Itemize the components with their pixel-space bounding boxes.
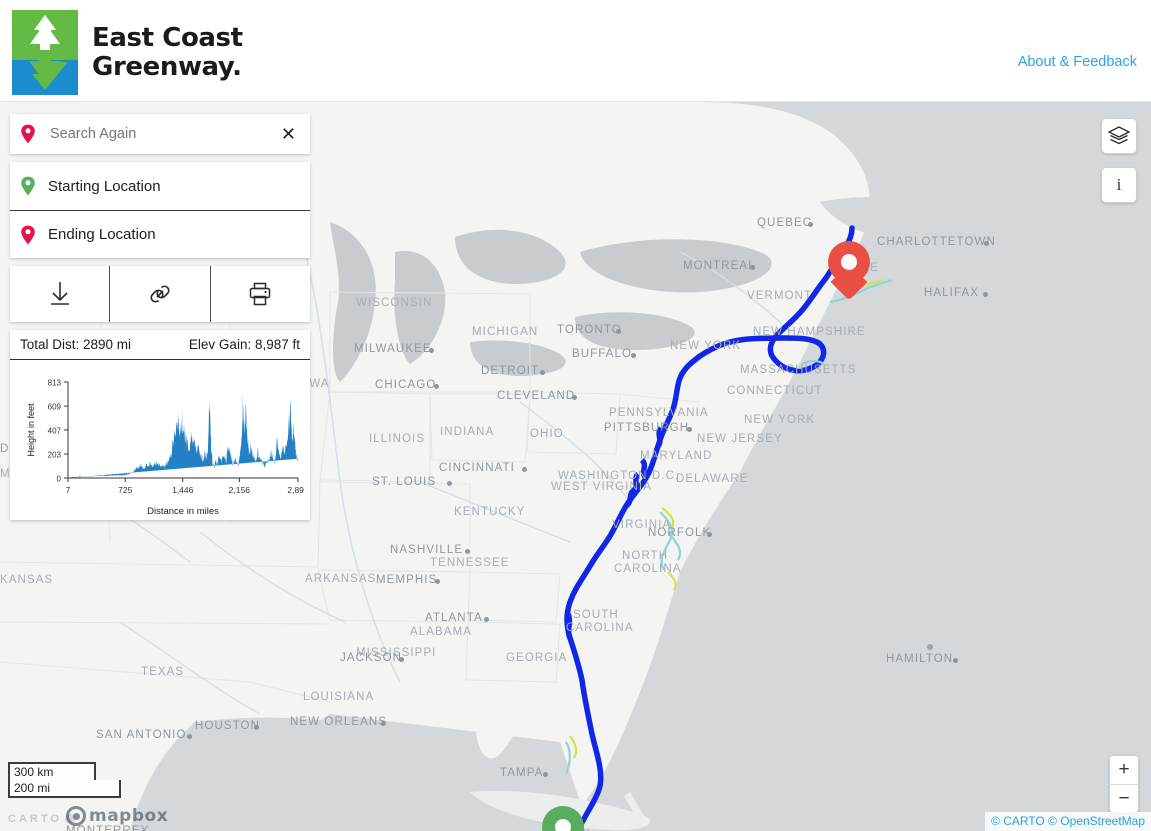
info-button[interactable]: i <box>1101 167 1137 203</box>
svg-text:407: 407 <box>48 426 62 435</box>
end-pin-icon <box>21 225 35 244</box>
map-city-dot <box>254 725 259 730</box>
location-fields: Starting Location Ending Location <box>10 162 310 258</box>
print-icon <box>250 282 271 306</box>
mapbox-logo[interactable]: mapbox <box>66 806 168 826</box>
start-marker[interactable] <box>542 806 584 831</box>
map-city-dot <box>631 353 636 358</box>
about-feedback-link[interactable]: About & Feedback <box>1018 54 1137 70</box>
brand: East Coast Greenway. <box>12 10 243 95</box>
map-city-dot <box>447 481 452 486</box>
map-city-dot <box>808 222 813 227</box>
layers-button[interactable] <box>1101 118 1137 154</box>
map-city-dot <box>750 265 755 270</box>
map-city-dot <box>687 427 692 432</box>
app-root: East Coast Greenway. About & Feedback QU… <box>0 0 1151 831</box>
svg-text:609: 609 <box>48 403 62 412</box>
starting-location-row[interactable]: Starting Location <box>10 162 310 210</box>
map-city-dot <box>572 395 577 400</box>
share-link-button[interactable] <box>109 266 209 322</box>
zoom-controls[interactable]: + − <box>1109 755 1139 813</box>
elevation-profile-chart: 0 203 407 609 813 7 725 1,446 2,156 2,892 Height i… <box>10 360 310 520</box>
chart-x-axis-label: Distance in miles <box>147 506 219 517</box>
route-actions <box>10 266 310 322</box>
start-pin-icon <box>21 176 35 196</box>
search-input[interactable] <box>48 125 277 143</box>
svg-text:0: 0 <box>57 475 62 484</box>
map-city-dot <box>984 241 989 246</box>
map-city-dot <box>187 734 192 739</box>
attribution-carto[interactable]: © CARTO <box>991 814 1045 828</box>
scale-bars: 300 km 200 mi <box>8 762 121 798</box>
scale-mi: 200 mi <box>8 780 121 798</box>
map-city-dot <box>707 532 712 537</box>
layers-icon <box>1108 126 1130 145</box>
map-city-dot <box>953 658 958 663</box>
search-again-row[interactable]: ✕ <box>10 114 310 154</box>
svg-text:725: 725 <box>118 485 132 495</box>
map-city-dot <box>381 721 386 726</box>
svg-text:813: 813 <box>48 379 62 388</box>
svg-text:203: 203 <box>48 451 62 460</box>
zoom-out-button[interactable]: − <box>1110 784 1138 812</box>
zoom-in-button[interactable]: + <box>1110 756 1138 784</box>
total-distance-value: Total Dist: 2890 mi <box>20 337 132 352</box>
scale-km: 300 km <box>8 762 96 780</box>
map-city-dot <box>522 467 527 472</box>
brand-name: East Coast Greenway. <box>92 22 243 82</box>
print-button[interactable] <box>209 266 310 322</box>
location-pin-icon <box>21 124 35 144</box>
route-stats-row: Total Dist: 2890 mi Elev Gain: 8,987 ft <box>10 330 310 360</box>
mapbox-logo-icon <box>66 806 86 826</box>
attribution-osm[interactable]: © OpenStreetMap <box>1048 814 1145 828</box>
svg-text:2,156: 2,156 <box>229 485 251 495</box>
carto-watermark-text: CARTO <box>8 813 62 825</box>
map-attribution: © CARTO © OpenStreetMap <box>985 812 1151 831</box>
app-header: East Coast Greenway. About & Feedback <box>0 0 1151 102</box>
ending-location-label: Ending Location <box>48 226 156 243</box>
route-planner-panel: ✕ Starting Location Ending Location <box>10 114 310 520</box>
map-city-dot <box>465 549 470 554</box>
map-city-dot <box>983 292 988 297</box>
map-city-dot <box>484 617 489 622</box>
carto-watermark: CARTO <box>8 813 75 825</box>
download-button[interactable] <box>10 266 109 322</box>
map-city-dot <box>616 329 621 334</box>
mapbox-wordmark: mapbox <box>89 806 169 826</box>
map-city-dot <box>434 384 439 389</box>
map-city-dot <box>435 579 440 584</box>
svg-text:7: 7 <box>66 485 71 495</box>
map-city-dot <box>543 772 548 777</box>
svg-text:2,892: 2,892 <box>287 485 304 495</box>
end-marker[interactable] <box>828 241 870 301</box>
info-icon: i <box>1116 175 1122 194</box>
east-coast-greenway-logo-icon <box>12 10 78 95</box>
chart-y-axis-label: Height in feet <box>26 403 36 457</box>
download-icon <box>50 282 69 305</box>
elevation-gain-value: Elev Gain: 8,987 ft <box>188 337 300 352</box>
map-city-dot <box>399 657 404 662</box>
svg-text:1,446: 1,446 <box>172 485 194 495</box>
ending-location-row[interactable]: Ending Location <box>10 210 310 258</box>
link-icon <box>150 285 170 303</box>
map-city-dot <box>540 370 545 375</box>
map-city-dot <box>429 348 434 353</box>
clear-search-button[interactable]: ✕ <box>277 123 300 145</box>
starting-location-label: Starting Location <box>48 177 161 195</box>
elevation-chart-svg: 0 203 407 609 813 7 725 1,446 2,156 2,892 Height i… <box>26 379 309 518</box>
route-stats-card: Total Dist: 2890 mi Elev Gain: 8,987 ft … <box>10 330 310 520</box>
